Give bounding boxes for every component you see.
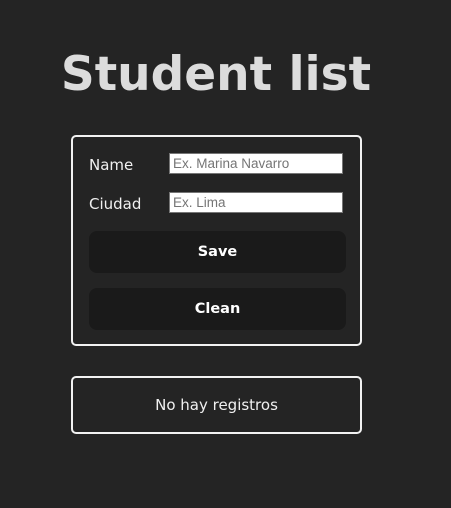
name-label: Name: [89, 156, 134, 174]
name-field-row: Name: [89, 153, 349, 177]
save-button[interactable]: Save: [89, 231, 346, 273]
student-form: Name Ciudad Save Clean: [71, 135, 362, 346]
city-label: Ciudad: [89, 195, 142, 213]
student-list-empty-state: No hay registros: [71, 376, 362, 434]
page-title: Student list: [60, 47, 372, 102]
name-input[interactable]: [169, 153, 343, 174]
city-input[interactable]: [169, 192, 343, 213]
clean-button[interactable]: Clean: [89, 288, 346, 330]
empty-list-message: No hay registros: [155, 396, 278, 414]
city-field-row: Ciudad: [89, 192, 349, 216]
